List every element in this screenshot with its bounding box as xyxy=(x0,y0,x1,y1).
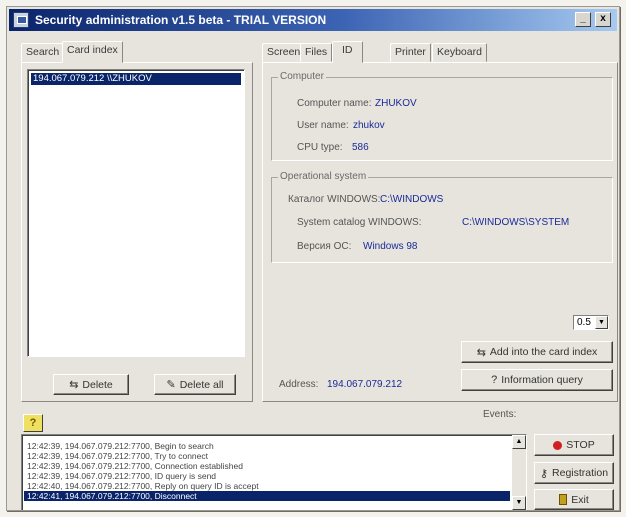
right-tabstrip: Screen Files ID Printer Keyboard xyxy=(262,41,492,63)
os-version-value: Windows 98 xyxy=(363,241,418,252)
information-query-button[interactable]: ? Information query xyxy=(461,369,613,391)
address-label: Address: xyxy=(279,379,319,390)
broom-icon: ✎ xyxy=(166,379,176,391)
stop-label: STOP xyxy=(566,439,595,451)
user-name-label: User name: xyxy=(297,120,349,131)
log-line: 12:42:39, 194.067.079.212:7700, Begin to… xyxy=(27,441,214,451)
events-scrollbar[interactable]: ▲ ▼ xyxy=(512,435,526,510)
tab-keyboard[interactable]: Keyboard xyxy=(432,43,487,62)
events-log[interactable]: 12:42:39, 194.067.079.212:7700, Begin to… xyxy=(21,434,527,510)
delete-label: Delete xyxy=(82,378,113,391)
delete-all-button[interactable]: ✎ Delete all xyxy=(154,374,236,395)
query-icon: ? xyxy=(491,374,498,386)
os-group: Operational system Каталог WINDOWS: C:\W… xyxy=(271,171,613,263)
tab-files[interactable]: Files xyxy=(300,43,333,62)
window-title: Security administration v1.5 beta - TRIA… xyxy=(35,13,327,27)
left-tabstrip: Search Card index xyxy=(21,41,251,63)
timeout-select-value: 0.5 xyxy=(577,317,591,328)
tab-printer[interactable]: Printer xyxy=(390,43,431,62)
exit-button[interactable]: Exit xyxy=(534,489,614,510)
id-panel: Computer Computer name: ZHUKOV User name… xyxy=(262,62,618,402)
delete-icon: ⇆ xyxy=(69,379,79,391)
scroll-up-icon[interactable]: ▲ xyxy=(512,435,526,449)
log-line: 12:42:39, 194.067.079.212:7700, ID query… xyxy=(27,471,217,481)
stop-icon xyxy=(553,440,563,450)
delete-all-label: Delete all xyxy=(179,378,224,391)
windows-catalog-value: C:\WINDOWS xyxy=(380,194,444,205)
timeout-select[interactable]: 0.5 ▼ xyxy=(573,315,609,330)
system-catalog-label: System catalog WINDOWS: xyxy=(297,217,422,228)
computer-group: Computer Computer name: ZHUKOV User name… xyxy=(271,71,613,161)
cpu-type-value: 586 xyxy=(352,142,369,153)
computer-name-value: ZHUKOV xyxy=(375,98,417,109)
info-query-label: Information query xyxy=(501,374,583,386)
os-group-label: Operational system xyxy=(278,171,369,182)
registration-label: Registration xyxy=(552,467,609,479)
card-list[interactable]: 194.067.079.212 \\ZHUKOV xyxy=(27,69,245,357)
app-icon xyxy=(13,12,29,28)
system-catalog-value: C:\WINDOWS\SYSTEM xyxy=(462,217,570,228)
minimize-button[interactable]: _ xyxy=(575,12,591,27)
user-name-value: zhukov xyxy=(353,120,385,131)
address-value: 194.067.079.212 xyxy=(327,379,403,390)
cpu-type-label: CPU type: xyxy=(297,142,343,153)
add-card-icon: ⇆ xyxy=(476,346,486,359)
tab-screen[interactable]: Screen xyxy=(262,43,306,62)
computer-name-label: Computer name: xyxy=(297,98,372,109)
windows-catalog-label: Каталог WINDOWS: xyxy=(288,194,381,205)
add-into-card-index-button[interactable]: ⇆ Add into the card index xyxy=(461,341,613,363)
help-button[interactable]: ? xyxy=(23,414,43,432)
title-bar[interactable]: Security administration v1.5 beta - TRIA… xyxy=(9,9,617,31)
scroll-down-icon[interactable]: ▼ xyxy=(512,496,526,510)
main-window: Security administration v1.5 beta - TRIA… xyxy=(6,6,620,511)
log-line-selected[interactable]: 12:42:41, 194.067.079.212:7700, Disconne… xyxy=(24,491,510,501)
tab-id[interactable]: ID xyxy=(332,41,363,63)
close-button[interactable]: x xyxy=(595,12,611,27)
log-line: 12:42:39, 194.067.079.212:7700, Connecti… xyxy=(27,461,243,471)
os-version-label: Версия ОС: xyxy=(297,241,352,252)
tab-search[interactable]: Search xyxy=(21,43,65,62)
events-lines: 12:42:39, 194.067.079.212:7700, Begin to… xyxy=(24,441,510,501)
events-label: Events: xyxy=(483,409,517,420)
door-icon xyxy=(559,494,568,505)
chevron-down-icon[interactable]: ▼ xyxy=(595,316,608,329)
delete-button[interactable]: ⇆ Delete xyxy=(53,374,129,395)
registration-button[interactable]: ⚷ Registration xyxy=(534,462,614,484)
key-icon: ⚷ xyxy=(539,467,549,480)
log-line: 12:42:40, 194.067.079.212:7700, Reply on… xyxy=(27,481,259,491)
list-item[interactable]: 194.067.079.212 \\ZHUKOV xyxy=(31,73,241,85)
log-line: 12:42:39, 194.067.079.212:7700, Try to c… xyxy=(27,451,209,461)
computer-group-label: Computer xyxy=(278,71,326,82)
stop-button[interactable]: STOP xyxy=(534,434,614,456)
card-index-panel: 194.067.079.212 \\ZHUKOV ⇆ Delete ✎ Dele… xyxy=(21,62,253,402)
tab-card-index[interactable]: Card index xyxy=(62,41,123,63)
add-card-label: Add into the card index xyxy=(489,346,598,358)
exit-label: Exit xyxy=(571,493,589,506)
